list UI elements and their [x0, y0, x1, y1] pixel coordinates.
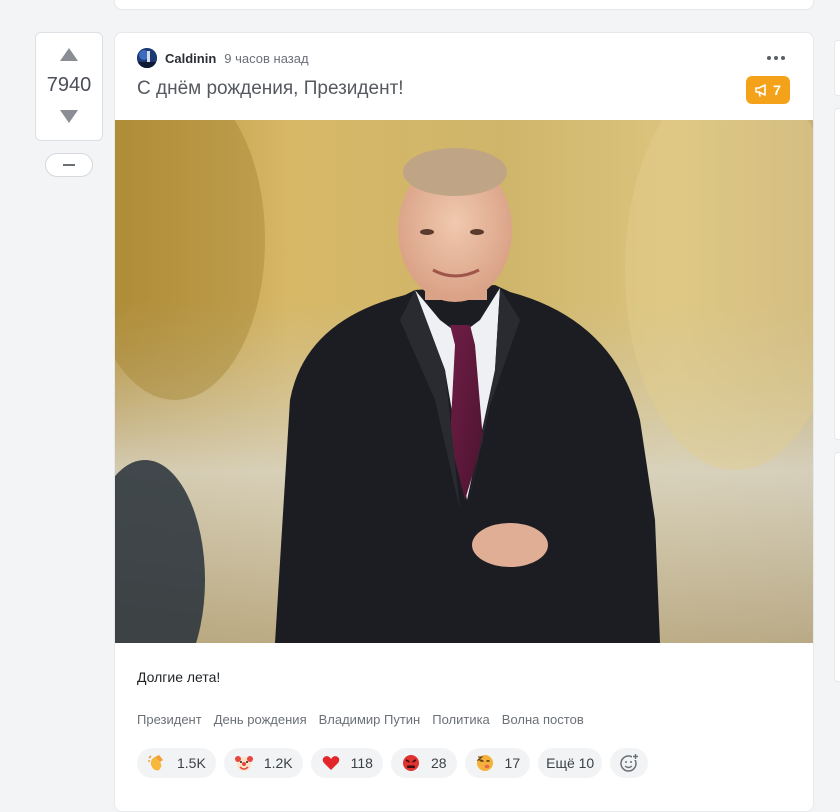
reaction-count: 118: [350, 755, 373, 771]
tag-item[interactable]: Владимир Путин: [319, 712, 421, 727]
post-card: Caldinin 9 часов назад С днём рождения, …: [114, 32, 814, 812]
reaction-count: 1.2K: [263, 755, 293, 771]
post-body-text: Долгие лета!: [137, 669, 221, 685]
clown-face-icon: [234, 753, 254, 773]
reactions-bar: 1.5K 1.2K 118 28 17 Ещё 10: [137, 748, 649, 778]
reaction-angry[interactable]: 28: [390, 748, 457, 778]
minus-icon: [63, 164, 75, 166]
dot-icon: [781, 56, 785, 60]
hide-post-button[interactable]: [45, 153, 93, 177]
right-sidebar-edge: [834, 0, 840, 795]
add-emoji-icon: [620, 753, 640, 772]
heart-icon: [321, 753, 341, 773]
add-reaction-button[interactable]: [610, 748, 649, 778]
reaction-count: 17: [504, 755, 521, 771]
comments-count: 7: [773, 82, 781, 98]
vote-count: 7940: [46, 74, 92, 96]
angry-face-icon: [401, 753, 421, 773]
dot-icon: [767, 56, 771, 60]
megaphone-icon: [755, 84, 766, 97]
arrow-down-icon: [60, 109, 78, 123]
tag-item[interactable]: Политика: [432, 712, 490, 727]
reaction-heart[interactable]: 118: [310, 748, 383, 778]
reaction-count: 28: [430, 755, 447, 771]
tag-item[interactable]: Волна постов: [502, 712, 584, 727]
previous-post-card-bottom: [114, 0, 814, 10]
more-options-button[interactable]: [767, 55, 785, 61]
author-name[interactable]: Caldinin: [165, 51, 216, 66]
upvote-button[interactable]: [49, 41, 89, 67]
reaction-count: 1.5K: [177, 755, 206, 771]
post-header: Caldinin 9 часов назад С днём рождения, …: [115, 33, 813, 120]
more-reactions-button[interactable]: Ещё 10: [538, 748, 603, 778]
tag-item[interactable]: День рождения: [214, 712, 307, 727]
sleepy-face-icon: [475, 753, 495, 773]
downvote-button[interactable]: [49, 103, 89, 129]
photo-of-man-in-suit: [115, 120, 813, 643]
reaction-sleepy[interactable]: 17: [464, 748, 531, 778]
vote-panel: 7940: [35, 32, 103, 141]
post-title[interactable]: С днём рождения, Президент!: [137, 78, 404, 100]
reaction-clapping[interactable]: 1.5K: [137, 748, 216, 778]
dot-icon: [774, 56, 778, 60]
reaction-clown[interactable]: 1.2K: [223, 748, 303, 778]
comments-badge[interactable]: 7: [746, 76, 790, 104]
tag-item[interactable]: Президент: [137, 712, 202, 727]
author-avatar[interactable]: [137, 48, 157, 68]
arrow-up-icon: [60, 47, 78, 61]
post-image[interactable]: [115, 120, 813, 643]
tag-list: Президент День рождения Владимир Путин П…: [137, 712, 584, 727]
post-time[interactable]: 9 часов назад: [224, 51, 308, 66]
author-row: Caldinin 9 часов назад: [137, 48, 309, 68]
clapping-hands-icon: [147, 753, 167, 773]
